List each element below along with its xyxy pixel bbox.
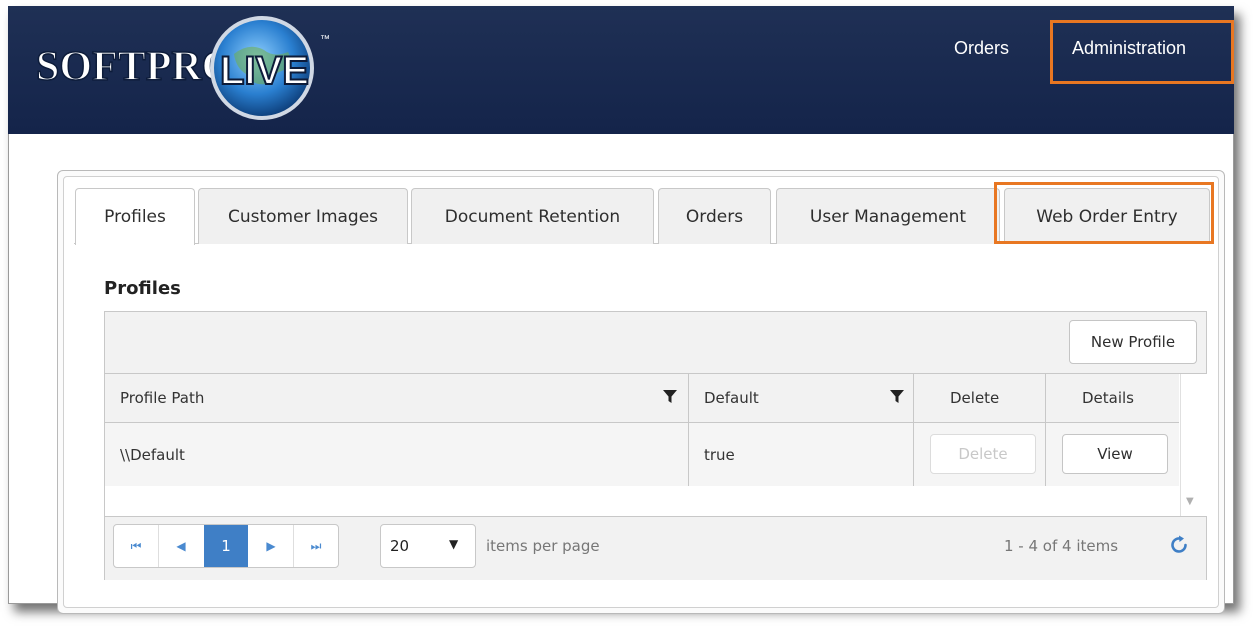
svg-text:LIVE: LIVE <box>220 49 309 93</box>
svg-text:™: ™ <box>320 34 330 45</box>
current-page-button[interactable]: 1 <box>204 525 248 567</box>
column-header-details: Details <box>1082 389 1135 407</box>
cell-default: true <box>704 445 735 464</box>
column-divider <box>688 374 689 486</box>
items-per-page-label: items per page <box>486 537 600 555</box>
view-button[interactable]: View <box>1062 434 1168 474</box>
previous-page-icon[interactable]: ◀ <box>159 525 203 567</box>
column-header-delete: Delete <box>950 389 1000 407</box>
delete-button[interactable]: Delete <box>930 434 1036 474</box>
grid-toolbar <box>105 312 1206 374</box>
svg-text:SOFTPRO: SOFTPRO <box>36 44 234 90</box>
chevron-down-icon: ▼ <box>449 537 459 551</box>
last-page-icon[interactable]: ⏭ <box>294 525 338 567</box>
column-header-default[interactable]: Default <box>704 374 759 422</box>
pager-range-info: 1 - 4 of 4 items <box>1004 537 1119 555</box>
vertical-scrollbar[interactable] <box>1180 374 1207 516</box>
tab-profiles[interactable]: Profiles <box>75 188 195 245</box>
administration-highlight-box <box>1050 20 1234 84</box>
nav-orders-link[interactable]: Orders <box>954 38 1009 59</box>
section-title: Profiles <box>104 278 181 299</box>
web-order-entry-highlight-box <box>994 182 1214 244</box>
filter-icon[interactable] <box>663 390 677 404</box>
filter-icon[interactable] <box>890 390 904 404</box>
refresh-icon[interactable] <box>1168 534 1190 556</box>
tab-document-retention[interactable]: Document Retention <box>411 188 654 244</box>
tab-user-management[interactable]: User Management <box>776 188 1000 244</box>
column-header-profile-path[interactable]: Profile Path <box>120 374 204 422</box>
first-page-icon[interactable]: ⏮ <box>114 525 158 567</box>
scroll-down-icon[interactable]: ▼ <box>1186 496 1194 507</box>
page-size-select[interactable]: 20 ▼ <box>380 524 476 568</box>
tab-customer-images[interactable]: Customer Images <box>198 188 408 244</box>
new-profile-button[interactable]: New Profile <box>1069 320 1197 364</box>
column-divider <box>1045 374 1046 486</box>
softpro-live-logo: SOFTPRO LIVE ™ <box>35 16 330 120</box>
tab-orders[interactable]: Orders <box>658 188 771 244</box>
next-page-icon[interactable]: ▶ <box>249 525 293 567</box>
column-divider <box>913 374 914 486</box>
page-size-value: 20 <box>390 537 410 555</box>
grid-header <box>105 374 1179 423</box>
cell-profile-path: \\Default <box>120 445 185 464</box>
